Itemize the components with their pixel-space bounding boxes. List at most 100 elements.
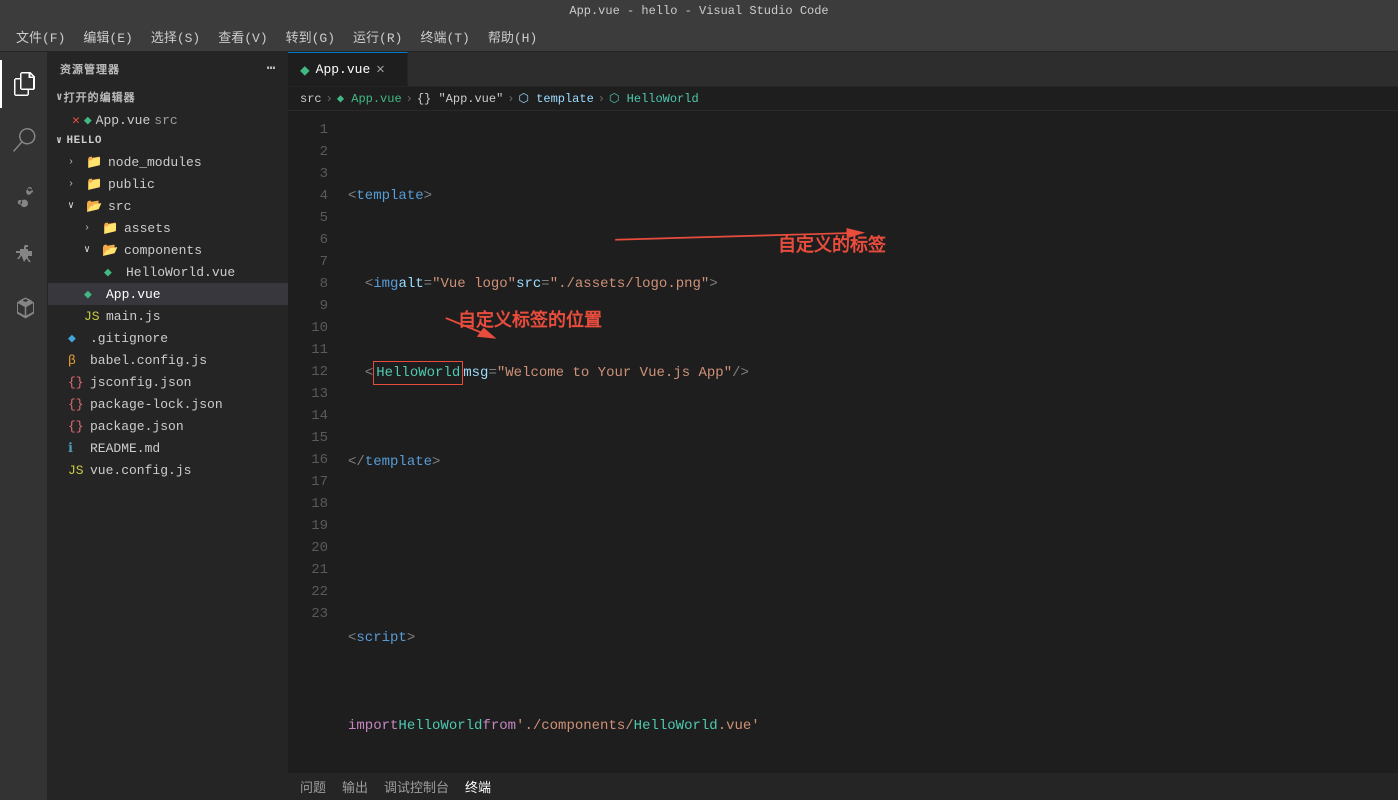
editor-area: ◆ App.vue ✕ src › ◆ App.vue › {} "App.vu… [288,52,1398,800]
vue-icon: ◆ [84,287,102,302]
item-label: src [108,199,131,214]
tab-debug-console[interactable]: 调试控制台 [384,773,449,800]
sidebar-title: 资源管理器 [60,61,120,77]
new-file-icon[interactable]: ⋯ [267,60,276,77]
activity-extensions[interactable] [0,284,48,332]
menu-goto[interactable]: 转到(G) [278,23,343,50]
folder-arrow: ∨ [68,200,84,212]
breadcrumb-helloworld: ⬡ HelloWorld [609,91,699,106]
tab-output[interactable]: 输出 [342,773,368,800]
item-label: .gitignore [90,331,168,346]
code-line-1: <template> [348,185,1398,207]
main-area: 资源管理器 ⋯ ∨ 打开的编辑器 ✕ ◆ App.vue src ∨ HELLO… [0,52,1398,800]
tab-filename: App.vue [316,62,371,77]
activity-scm[interactable] [0,172,48,220]
sidebar-item-package-lock[interactable]: {} package-lock.json [48,393,288,415]
js-icon: JS [84,309,102,324]
vue-tab-icon: ◆ [300,60,310,80]
vue-icon: ◆ [104,265,122,280]
open-editors-label-text: 打开的编辑器 [64,89,136,105]
sidebar-item-gitignore[interactable]: ◆ .gitignore [48,327,288,349]
sidebar-item-app-vue[interactable]: ◆ App.vue [48,283,288,305]
sidebar-item-jsconfig[interactable]: {} jsconfig.json [48,371,288,393]
item-label: App.vue [106,287,161,302]
item-label: package.json [90,419,184,434]
folder-arrow: ∨ [84,244,100,256]
sidebar-item-vue-config[interactable]: JS vue.config.js [48,459,288,481]
folder-arrow: › [84,223,100,234]
menu-terminal[interactable]: 终端(T) [412,23,477,50]
titlebar-text: App.vue - hello - Visual Studio Code [569,4,828,18]
sidebar-header-icons: ⋯ [267,60,276,77]
js-icon: JS [68,463,86,478]
code-line-6: <script> [348,627,1398,649]
sidebar-item-babel[interactable]: β babel.config.js [48,349,288,371]
babel-icon: β [68,353,86,368]
menu-file[interactable]: 文件(F) [8,23,73,50]
tab-terminal[interactable]: 终端 [465,773,491,800]
item-label: vue.config.js [90,463,191,478]
breadcrumb: src › ◆ App.vue › {} "App.vue" › ⬡ templ… [288,87,1398,111]
open-file-src: src [154,113,177,128]
tab-close-icon[interactable]: ✕ [376,61,384,78]
vue-file-icon: ◆ [84,113,92,128]
sidebar-item-components[interactable]: ∨ 📂 components [48,239,288,261]
activity-debug[interactable] [0,228,48,276]
item-label: node_modules [108,155,202,170]
folder-icon: 📁 [86,155,104,170]
hello-section-label: HELLO [67,135,103,147]
sidebar-item-main-js[interactable]: JS main.js [48,305,288,327]
sidebar-item-readme[interactable]: ℹ README.md [48,437,288,459]
open-file-item[interactable]: ✕ ◆ App.vue src [48,109,288,131]
folder-icon: 📁 [86,177,104,192]
menu-select[interactable]: 选择(S) [143,23,208,50]
open-file-name: App.vue [96,113,151,128]
sidebar-item-public[interactable]: › 📁 public [48,173,288,195]
item-label: components [124,243,202,258]
sidebar-item-assets[interactable]: › 📁 assets [48,217,288,239]
hello-section-arrow: ∨ [56,135,63,147]
folder-arrow: › [68,179,84,190]
sidebar-item-package[interactable]: {} package.json [48,415,288,437]
tab-problems[interactable]: 问题 [300,773,326,800]
item-label: README.md [90,441,160,456]
code-line-3: <HelloWorld msg="Welcome to Your Vue.js … [348,361,1398,385]
json-icon: {} [68,397,86,412]
item-label: package-lock.json [90,397,223,412]
code-line-4: </template> [348,451,1398,473]
menu-edit[interactable]: 编辑(E) [75,23,140,50]
sidebar-item-node_modules[interactable]: › 📁 node_modules [48,151,288,173]
activity-search[interactable] [0,116,48,164]
sidebar-item-src[interactable]: ∨ 📂 src [48,195,288,217]
code-line-2: <img alt="Vue logo" src="./assets/logo.p… [348,273,1398,295]
code-editor[interactable]: 1 2 3 4 5 6 7 8 9 10 11 12 13 14 15 16 1 [288,111,1398,772]
breadcrumb-appvue-str: {} "App.vue" [417,92,503,106]
activity-bar [0,52,48,800]
sidebar-header: 资源管理器 ⋯ [48,52,288,85]
close-file-icon[interactable]: ✕ [72,113,80,128]
json-icon: {} [68,419,86,434]
code-content: <template> <img alt="Vue logo" src="./as… [340,111,1398,772]
menu-view[interactable]: 查看(V) [210,23,275,50]
bottom-panel-tabs: 问题 输出 调试控制台 终端 [288,772,1398,800]
folder-icon: 📁 [102,221,120,236]
breadcrumb-appvue: ◆ App.vue [337,91,402,106]
item-label: babel.config.js [90,353,207,368]
folder-arrow: › [68,157,84,168]
item-label: HelloWorld.vue [126,265,235,280]
menu-run[interactable]: 运行(R) [345,23,410,50]
menu-help[interactable]: 帮助(H) [480,23,545,50]
open-editors-section[interactable]: ∨ 打开的编辑器 [48,85,288,109]
item-label: main.js [106,309,161,324]
line-numbers: 1 2 3 4 5 6 7 8 9 10 11 12 13 14 15 16 1 [288,111,340,772]
folder-icon: 📂 [86,199,104,214]
tab-app-vue[interactable]: ◆ App.vue ✕ [288,52,408,86]
hello-section[interactable]: ∨ HELLO [48,131,288,151]
md-icon: ℹ [68,441,86,456]
menubar: 文件(F) 编辑(E) 选择(S) 查看(V) 转到(G) 运行(R) 终端(T… [0,22,1398,52]
sidebar: 资源管理器 ⋯ ∨ 打开的编辑器 ✕ ◆ App.vue src ∨ HELLO… [48,52,288,800]
open-editors-arrow: ∨ [56,90,64,104]
code-line-7: import HelloWorld from './components/Hel… [348,715,1398,737]
activity-explorer[interactable] [0,60,48,108]
sidebar-item-helloworld-vue[interactable]: ◆ HelloWorld.vue [48,261,288,283]
